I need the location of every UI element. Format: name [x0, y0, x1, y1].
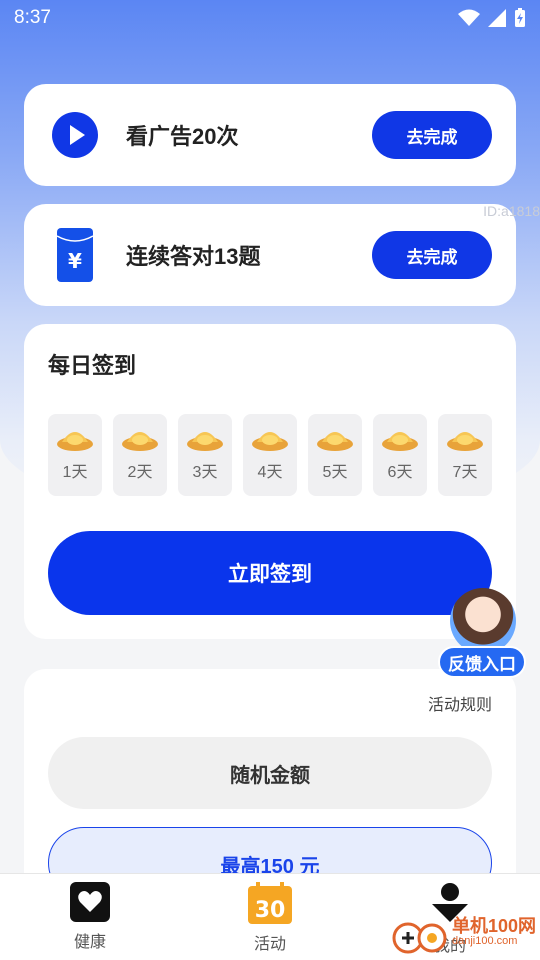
signin-days: 1天 2天 3天 4天 5天 6天 7天	[48, 414, 492, 496]
tab-label: 健康	[73, 934, 106, 951]
gold-ingot-icon	[122, 432, 158, 451]
gold-ingot-icon	[447, 432, 483, 451]
feedback-entry[interactable]: 反馈入口	[436, 588, 528, 680]
gold-ingot-icon	[187, 432, 223, 451]
status-icons	[458, 8, 526, 28]
heart-icon	[70, 882, 110, 922]
play-circle-icon	[52, 112, 98, 158]
signin-day: 7天	[438, 414, 492, 496]
status-bar: 8:37	[0, 0, 540, 36]
watermark-id: ID:a1818	[483, 203, 540, 219]
gold-ingot-icon	[382, 432, 418, 451]
tab-health[interactable]: 健康	[45, 882, 135, 952]
activity-rules-link[interactable]: 活动规则	[428, 691, 492, 715]
watermark-logo	[392, 922, 447, 954]
calendar-day-number: 30	[255, 898, 286, 923]
task-card-ads: 看广告20次 去完成	[24, 84, 516, 186]
signin-now-button[interactable]: 立即签到	[48, 531, 492, 615]
signin-title: 每日签到	[48, 353, 137, 378]
signal-icon	[488, 9, 506, 27]
signin-day: 6天	[373, 414, 427, 496]
go-complete-button[interactable]: 去完成	[372, 111, 492, 159]
gold-ingot-icon	[252, 432, 288, 451]
day-label: 7天	[452, 464, 478, 481]
signin-day: 3天	[178, 414, 232, 496]
signin-day: 4天	[243, 414, 297, 496]
day-label: 3天	[192, 464, 218, 481]
day-label: 2天	[127, 464, 153, 481]
task-card-quiz: ¥ 连续答对13题 去完成	[24, 204, 516, 306]
signin-day: 2天	[113, 414, 167, 496]
watermark-url: danji100.com	[452, 935, 518, 947]
support-avatar	[450, 588, 516, 654]
day-label: 5天	[322, 464, 348, 481]
wifi-icon	[458, 9, 480, 26]
battery-icon	[515, 8, 525, 27]
task-label: 连续答对13题	[126, 244, 261, 269]
signin-day: 5天	[308, 414, 362, 496]
gold-ingot-icon	[57, 432, 93, 451]
tab-label: 活动	[253, 936, 286, 953]
day-label: 1天	[62, 464, 88, 481]
svg-text:¥: ¥	[68, 249, 82, 273]
day-label: 6天	[387, 464, 413, 481]
calendar-30-icon: 30	[248, 882, 292, 924]
gold-ingot-icon	[317, 432, 353, 451]
random-amount-option[interactable]: 随机金额	[48, 737, 492, 809]
status-time: 8:37	[14, 7, 51, 28]
signin-day: 1天	[48, 414, 102, 496]
go-complete-button[interactable]: 去完成	[372, 231, 492, 279]
day-label: 4天	[257, 464, 283, 481]
task-label: 看广告20次	[126, 124, 239, 149]
feedback-label: 反馈入口	[438, 646, 526, 678]
watermark-name: 单机100网	[452, 916, 537, 936]
watermark-text: 单机100网 danji100.com	[452, 917, 536, 947]
tab-activity[interactable]: 30 活动	[225, 882, 315, 954]
site-watermark: 单机100网 danji100.com	[390, 910, 536, 954]
red-envelope-icon: ¥	[52, 228, 98, 282]
